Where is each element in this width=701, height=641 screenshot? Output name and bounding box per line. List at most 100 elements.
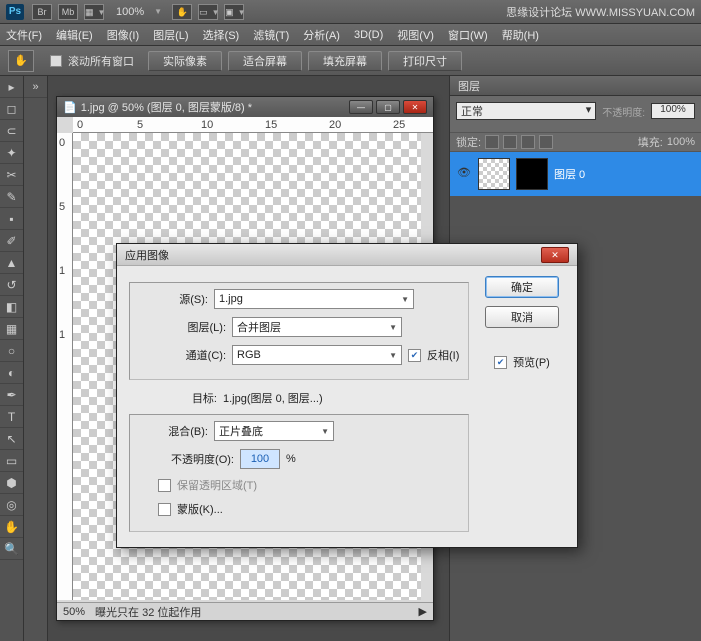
shape-tool-icon[interactable]: ▭ [0, 450, 23, 472]
screen-icon[interactable]: ▣▼ [224, 4, 244, 20]
layers-tab[interactable]: 图层 [450, 76, 701, 96]
apply-image-dialog: 应用图像 ✕ 源(S): 1.jpg▼ 图层(L): 合并图层▼ 通道(C): … [116, 243, 578, 548]
blur-tool-icon[interactable]: ○ [0, 340, 23, 362]
menu-view[interactable]: 视图(V) [397, 27, 434, 43]
menu-3d[interactable]: 3D(D) [354, 29, 383, 41]
arrange-icon[interactable]: ▭▼ [198, 4, 218, 20]
lock-label: 锁定: [456, 134, 481, 150]
eraser-tool-icon[interactable]: ◧ [0, 296, 23, 318]
lock-trans-icon[interactable] [485, 135, 499, 149]
invert-label: 反相(I) [427, 347, 459, 363]
opacity-input[interactable] [240, 449, 280, 469]
blend-mode-select[interactable]: 正常▾ [456, 102, 596, 120]
scroll-all-label: 滚动所有窗口 [68, 53, 134, 69]
source-select[interactable]: 1.jpg▼ [214, 289, 414, 309]
cancel-button[interactable]: 取消 [485, 306, 559, 328]
branding-text: 思缘设计论坛 WWW.MISSYUAN.COM [506, 4, 695, 20]
hand-tool2-icon[interactable]: ✋ [0, 516, 23, 538]
target-value: 1.jpg(图层 0, 图层...) [223, 390, 323, 406]
crop-tool-icon[interactable]: ✂ [0, 164, 23, 186]
gradient-tool-icon[interactable]: ▦ [0, 318, 23, 340]
layer-item[interactable]: 👁 图层 0 [450, 152, 701, 196]
zoom-tool-icon[interactable]: 🔍 [0, 538, 23, 560]
option-bar: ✋ 滚动所有窗口 实际像素 适合屏幕 填充屏幕 打印尺寸 [0, 46, 701, 76]
stamp-tool-icon[interactable]: ▲ [0, 252, 23, 274]
fit-screen-button[interactable]: 适合屏幕 [228, 51, 302, 71]
move-tool-icon[interactable]: ▸ [0, 76, 23, 98]
dialog-titlebar[interactable]: 应用图像 ✕ [117, 244, 577, 266]
channel-label: 通道(C): [138, 347, 226, 363]
mb-icon[interactable]: Mb [58, 4, 78, 20]
zoom-value[interactable]: 50% [63, 606, 85, 618]
mask-label: 蒙版(K)... [177, 501, 223, 517]
lock-all-icon[interactable] [539, 135, 553, 149]
preserve-label: 保留透明区域(T) [177, 477, 257, 493]
3d-tool-icon[interactable]: ⬢ [0, 472, 23, 494]
ruler-horizontal: 0510152025 [73, 117, 433, 133]
app-zoom[interactable]: 100% [116, 6, 144, 18]
app-bar: Ps Br Mb ▦▼ 100%▼ ✋ ▭▼ ▣▼ 思缘设计论坛 WWW.MIS… [0, 0, 701, 24]
dodge-tool-icon[interactable]: ◐ [0, 362, 23, 384]
lock-pos-icon[interactable] [521, 135, 535, 149]
bridge-icon[interactable]: Br [32, 4, 52, 20]
wand-tool-icon[interactable]: ✦ [0, 142, 23, 164]
layer-name[interactable]: 图层 0 [554, 166, 585, 182]
menu-filter[interactable]: 滤镜(T) [253, 27, 289, 43]
layer-label: 图层(L): [138, 319, 226, 335]
opacity-field[interactable]: 100% [651, 103, 695, 119]
visibility-icon[interactable]: 👁 [456, 166, 472, 182]
menu-select[interactable]: 选择(S) [203, 27, 240, 43]
blend-select[interactable]: 正片叠底▼ [214, 421, 334, 441]
fill-field[interactable]: 100% [667, 136, 695, 148]
camera-tool-icon[interactable]: ◎ [0, 494, 23, 516]
brush-tool-icon[interactable]: ✐ [0, 230, 23, 252]
eyedropper-tool-icon[interactable]: ✎ [0, 186, 23, 208]
close-button[interactable]: ✕ [403, 100, 427, 114]
menu-file[interactable]: 文件(F) [6, 27, 42, 43]
invert-checkbox[interactable]: ✔ [408, 349, 421, 362]
layer-thumb[interactable] [478, 158, 510, 190]
scroll-all-checkbox[interactable] [50, 55, 62, 67]
type-tool-icon[interactable]: T [0, 406, 23, 428]
source-label: 源(S): [138, 291, 208, 307]
toolbox-1: ▸ ◻ ⊂ ✦ ✂ ✎ ▪ ✐ ▲ ↺ ◧ ▦ ○ ◐ ✒ T ↖ ▭ ⬢ ◎ … [0, 76, 24, 641]
path-tool-icon[interactable]: ↖ [0, 428, 23, 450]
fill-screen-button[interactable]: 填充屏幕 [308, 51, 382, 71]
maximize-button[interactable]: ▢ [376, 100, 400, 114]
opacity-label2: 不透明度(O): [138, 451, 234, 467]
mask-thumb[interactable] [516, 158, 548, 190]
hand-tool-icon[interactable]: ✋ [8, 50, 34, 72]
preview-label: 预览(P) [513, 354, 550, 370]
status-text: 曝光只在 32 位起作用 [95, 604, 201, 620]
hand-icon[interactable]: ✋ [172, 4, 192, 20]
blend-label: 混合(B): [138, 423, 208, 439]
ok-button[interactable]: 确定 [485, 276, 559, 298]
layer-select[interactable]: 合并图层▼ [232, 317, 402, 337]
lasso-tool-icon[interactable]: ⊂ [0, 120, 23, 142]
expand-icon[interactable]: » [24, 76, 47, 98]
document-titlebar[interactable]: 📄 1.jpg @ 50% (图层 0, 图层蒙版/8) * — ▢ ✕ [57, 97, 433, 117]
actual-pixels-button[interactable]: 实际像素 [148, 51, 222, 71]
menu-edit[interactable]: 编辑(E) [56, 27, 93, 43]
menu-bar: 文件(F) 编辑(E) 图像(I) 图层(L) 选择(S) 滤镜(T) 分析(A… [0, 24, 701, 46]
minimize-button[interactable]: — [349, 100, 373, 114]
mask-checkbox[interactable] [158, 503, 171, 516]
pen-tool-icon[interactable]: ✒ [0, 384, 23, 406]
menu-analysis[interactable]: 分析(A) [303, 27, 340, 43]
channel-select[interactable]: RGB▼ [232, 345, 402, 365]
preserve-checkbox[interactable] [158, 479, 171, 492]
lock-paint-icon[interactable] [503, 135, 517, 149]
pct-label: % [286, 453, 296, 465]
document-title: 1.jpg @ 50% (图层 0, 图层蒙版/8) * [81, 99, 252, 115]
layout-icon[interactable]: ▦▼ [84, 4, 104, 20]
menu-help[interactable]: 帮助(H) [502, 27, 539, 43]
preview-checkbox[interactable]: ✔ [494, 356, 507, 369]
menu-layer[interactable]: 图层(L) [153, 27, 188, 43]
dialog-close-button[interactable]: ✕ [541, 247, 569, 263]
marquee-tool-icon[interactable]: ◻ [0, 98, 23, 120]
menu-window[interactable]: 窗口(W) [448, 27, 488, 43]
heal-tool-icon[interactable]: ▪ [0, 208, 23, 230]
history-tool-icon[interactable]: ↺ [0, 274, 23, 296]
print-size-button[interactable]: 打印尺寸 [388, 51, 462, 71]
menu-image[interactable]: 图像(I) [107, 27, 139, 43]
